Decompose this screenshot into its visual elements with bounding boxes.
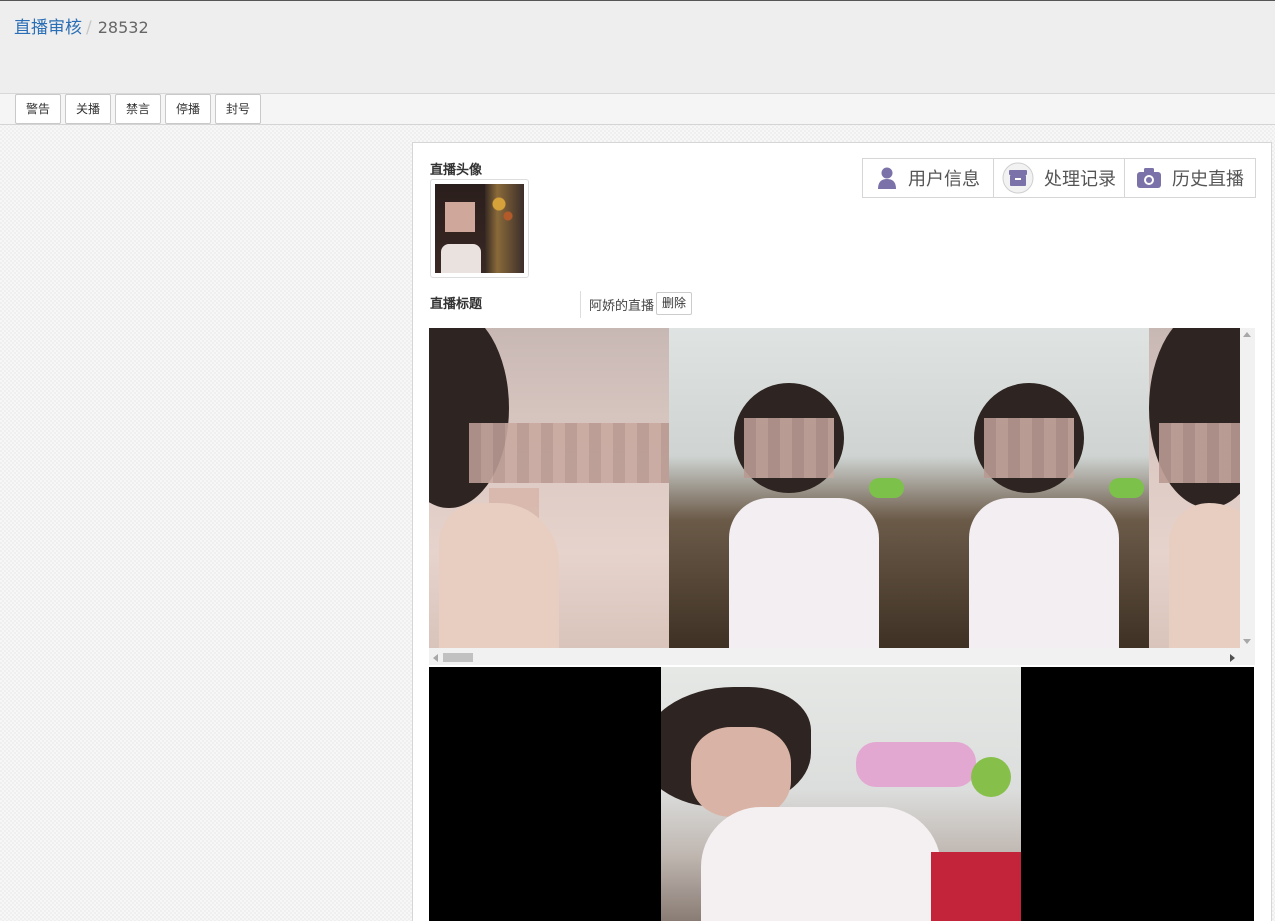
screenshot-thumbnail[interactable]: [909, 328, 1149, 648]
scroll-up-arrow[interactable]: [1243, 332, 1251, 337]
horizontal-scrollbar[interactable]: [429, 650, 1255, 665]
suspend-stream-button[interactable]: 停播: [165, 94, 211, 124]
action-toolbar: 警告 关播 禁言 停播 封号: [0, 94, 1275, 125]
warn-button[interactable]: 警告: [15, 94, 61, 124]
tab-process-record[interactable]: 处理记录: [994, 159, 1125, 197]
page-header: 直播审核/ 28532: [0, 0, 1275, 94]
delete-title-button[interactable]: 删除: [656, 292, 692, 315]
tab-user-info[interactable]: 用户信息: [863, 159, 994, 197]
breadcrumb: 直播审核/ 28532: [14, 13, 149, 38]
title-label: 直播标题: [430, 297, 483, 312]
divider: [580, 291, 581, 318]
close-stream-button[interactable]: 关播: [65, 94, 111, 124]
breadcrumb-separator: /: [86, 18, 92, 38]
info-tabs: 用户信息 处理记录 历史直播: [862, 158, 1256, 198]
tab-user-info-label: 用户信息: [908, 169, 980, 190]
screenshot-gallery[interactable]: [429, 328, 1255, 665]
live-video-player[interactable]: [429, 667, 1254, 921]
stream-detail-panel: 直播头像 用户信息 处理记录 历史直播 直播标题 阿娇的直播 删除: [412, 142, 1272, 921]
stream-avatar[interactable]: [435, 184, 524, 273]
screenshot-thumbnail[interactable]: [429, 328, 669, 648]
user-icon: [876, 166, 898, 190]
screenshot-thumbnail[interactable]: [669, 328, 909, 648]
breadcrumb-link-live-review[interactable]: 直播审核: [14, 18, 82, 38]
scrollbar-thumb[interactable]: [443, 653, 473, 662]
stream-title-value: 阿娇的直播: [589, 299, 655, 314]
scroll-left-arrow[interactable]: [433, 654, 438, 662]
breadcrumb-current: 28532: [97, 18, 149, 37]
avatar-label: 直播头像: [430, 163, 483, 178]
scroll-right-arrow[interactable]: [1230, 654, 1235, 662]
video-frame: [661, 667, 1021, 921]
tab-process-record-label: 处理记录: [1044, 169, 1116, 190]
archive-icon: [1002, 162, 1034, 194]
tab-history-streams[interactable]: 历史直播: [1125, 159, 1255, 197]
scroll-down-arrow[interactable]: [1243, 639, 1251, 644]
camera-icon: [1136, 167, 1162, 189]
mute-button[interactable]: 禁言: [115, 94, 161, 124]
ban-account-button[interactable]: 封号: [215, 94, 261, 124]
tab-history-streams-label: 历史直播: [1172, 169, 1244, 190]
avatar-frame: [430, 179, 529, 278]
vertical-scrollbar[interactable]: [1240, 328, 1255, 648]
screenshot-thumbnail[interactable]: [1149, 328, 1240, 648]
